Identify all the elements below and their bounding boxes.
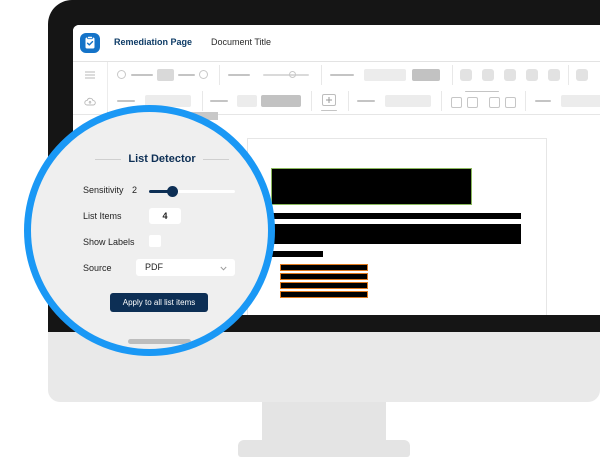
toolbar-icon-slot[interactable]: [482, 69, 494, 81]
toolbar-divider: [321, 65, 322, 85]
heading-block[interactable]: [271, 168, 472, 205]
toolbar-placeholder[interactable]: [261, 95, 301, 107]
toolbar-placeholder: [330, 74, 354, 76]
sensitivity-slider[interactable]: [149, 186, 235, 197]
source-select[interactable]: PDF: [136, 259, 235, 276]
toolbar-placeholder: [465, 91, 499, 92]
toolbar-placeholder[interactable]: [385, 95, 431, 107]
toolbar-checkbox[interactable]: [467, 97, 478, 108]
toolbar-placeholder: [321, 110, 337, 111]
show-labels-checkbox[interactable]: [149, 235, 161, 247]
toolbar-placeholder: [117, 100, 135, 102]
monitor-stand-neck: [262, 396, 386, 444]
toolbar-slider-handle[interactable]: [289, 71, 296, 78]
title-rule: [203, 159, 229, 160]
zoom-in-icon[interactable]: [199, 70, 208, 79]
toolbar-icon-slot[interactable]: [548, 69, 560, 81]
chevron-down-icon: [220, 263, 227, 273]
toolbar-icon-slot[interactable]: [460, 69, 472, 81]
sensitivity-value: 2: [132, 185, 138, 195]
list-item-block[interactable]: [280, 282, 368, 289]
toolbar-divider: [441, 91, 442, 111]
list-items-label: List Items: [83, 211, 122, 221]
app-name: Remediation Page: [114, 37, 193, 47]
add-icon[interactable]: [322, 94, 336, 106]
magnifier-panel: List Detector Sensitivity 2 List Items 4…: [24, 105, 275, 356]
paragraph-block[interactable]: [272, 224, 521, 244]
toolbar-checkbox[interactable]: [505, 97, 516, 108]
toolbar-checkbox[interactable]: [451, 97, 462, 108]
document-page: [247, 138, 547, 315]
toolbar-checkbox[interactable]: [489, 97, 500, 108]
toolbar-placeholder[interactable]: [237, 95, 257, 107]
toolbar-icon-slot[interactable]: [526, 69, 538, 81]
toolbar-icon-slot[interactable]: [576, 69, 588, 81]
title-rule: [95, 159, 121, 160]
app-header: Remediation Page Document Title: [73, 25, 600, 62]
zoom-out-icon[interactable]: [117, 70, 126, 79]
list-items-input[interactable]: 4: [149, 208, 181, 224]
toolbar-divider: [219, 65, 220, 85]
toolbar-placeholder[interactable]: [364, 69, 406, 81]
menu-icon[interactable]: [73, 62, 108, 88]
toolbar-placeholder: [210, 100, 228, 102]
source-label: Source: [83, 263, 112, 273]
panel-title: List Detector: [128, 153, 196, 165]
toolbar-placeholder[interactable]: [412, 69, 440, 81]
toolbar-divider: [525, 91, 526, 111]
toolbar-divider: [452, 65, 453, 85]
document-title[interactable]: Document Title: [211, 37, 271, 47]
sensitivity-label: Sensitivity: [83, 185, 124, 195]
text-line-block[interactable]: [272, 251, 323, 257]
source-select-value: PDF: [145, 262, 163, 272]
toolbar-divider: [311, 91, 312, 111]
toolbar-placeholder: [535, 100, 551, 102]
toolbar-placeholder: [228, 74, 250, 76]
toolbar-primary: [73, 62, 600, 89]
toolbar-divider: [348, 91, 349, 111]
toolbar-icon-slot[interactable]: [504, 69, 516, 81]
toolbar-placeholder[interactable]: [157, 69, 174, 81]
list-item-block[interactable]: [280, 273, 368, 280]
toolbar-divider: [202, 91, 203, 111]
apply-all-button[interactable]: Apply to all list items: [110, 293, 208, 312]
toolbar-placeholder: [357, 100, 375, 102]
toolbar-slider[interactable]: [263, 74, 309, 76]
text-line-block[interactable]: [272, 213, 521, 219]
toolbar-placeholder: [178, 74, 195, 76]
toolbar-divider: [568, 65, 569, 85]
clipboard-check-icon[interactable]: [80, 33, 100, 53]
toolbar-placeholder: [131, 74, 153, 76]
panel-scroll-handle[interactable]: [128, 339, 191, 344]
sensitivity-slider-thumb[interactable]: [167, 186, 179, 197]
cloud-upload-icon[interactable]: [73, 88, 108, 114]
list-item-block[interactable]: [280, 264, 368, 271]
toolbar-placeholder[interactable]: [561, 95, 600, 107]
show-labels-label: Show Labels: [83, 237, 135, 247]
list-item-block[interactable]: [280, 291, 368, 298]
